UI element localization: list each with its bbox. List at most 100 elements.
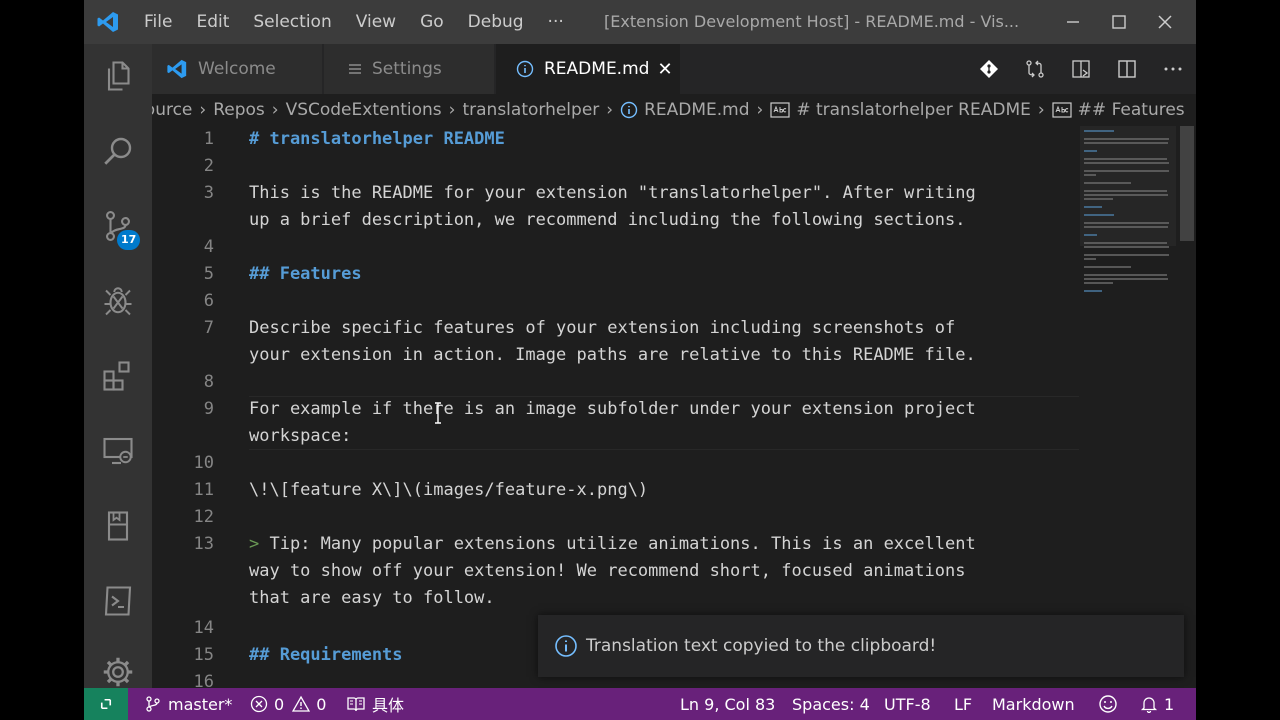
error-count: 0	[274, 694, 285, 714]
open-preview-button[interactable]	[1058, 58, 1104, 80]
ellipsis-icon	[1164, 67, 1182, 71]
chevron-right-icon: ›	[1037, 100, 1045, 120]
code-line: This is the README for your extension "t…	[249, 183, 976, 203]
breadcrumb-item[interactable]: # translatorhelper README	[796, 100, 1031, 120]
minimap-line	[1084, 162, 1169, 164]
close-tab-button[interactable]: ✕	[657, 59, 672, 80]
tab-readme[interactable]: README.md ✕	[496, 44, 680, 94]
menu-go[interactable]: Go	[408, 12, 456, 32]
minimap-line	[1084, 182, 1131, 184]
line-number: 3	[203, 183, 214, 203]
language-mode-status[interactable]: Markdown	[992, 688, 1075, 720]
git-diamond-icon	[980, 60, 998, 78]
menu-more[interactable]: ···	[536, 12, 576, 32]
line-number: 1	[203, 129, 214, 149]
minimap-line	[1084, 222, 1169, 224]
breadcrumb-item[interactable]: Source	[152, 100, 192, 120]
branch-status[interactable]: master*	[144, 688, 232, 720]
scrollbar-thumb[interactable]	[1180, 126, 1194, 241]
menu-edit[interactable]: Edit	[184, 12, 241, 32]
line-number: 15	[193, 645, 214, 665]
minimap-line	[1084, 190, 1167, 192]
notifications-button[interactable]: 1	[1140, 688, 1174, 720]
minimap-line	[1084, 226, 1168, 228]
eol-status[interactable]: LF	[954, 688, 972, 720]
line-number: 4	[203, 237, 214, 257]
activity-bar: 17	[84, 44, 152, 688]
code-line: way to show off your extension! We recom…	[249, 561, 966, 581]
debug-button[interactable]	[84, 269, 152, 333]
breadcrumb-item[interactable]: translatorhelper	[462, 100, 599, 120]
search-button[interactable]	[84, 119, 152, 183]
menu-debug[interactable]: Debug	[456, 12, 536, 32]
warning-count: 0	[316, 694, 327, 714]
menu-selection[interactable]: Selection	[241, 12, 343, 32]
translator-label: 具体	[372, 696, 405, 715]
breadcrumb-item[interactable]: ## Features	[1078, 100, 1185, 120]
extensions-button[interactable]	[84, 344, 152, 408]
notification-toast[interactable]: Translation text copyied to the clipboar…	[538, 615, 1184, 677]
feedback-button[interactable]	[1098, 688, 1124, 720]
line-number: 6	[203, 291, 214, 311]
source-control-button[interactable]: 17	[84, 194, 152, 258]
preview-icon	[1072, 60, 1090, 78]
notification-message: Translation text copyied to the clipboar…	[586, 636, 937, 656]
breadcrumb-item[interactable]: Repos	[213, 100, 265, 120]
problems-status[interactable]: 0 0	[250, 688, 326, 720]
breadcrumb-item[interactable]: README.md	[644, 100, 749, 120]
branch-label: master*	[168, 694, 233, 714]
tab-welcome[interactable]: Welcome	[152, 44, 322, 94]
minimap-line	[1084, 214, 1114, 216]
open-changes-button[interactable]	[1012, 58, 1058, 80]
source-control-badge: 17	[117, 230, 141, 250]
vscode-logo-icon	[97, 12, 118, 32]
close-window-button[interactable]	[1142, 0, 1188, 44]
code-lines: # translatorhelper README This is the RE…	[249, 126, 1079, 688]
code-line: # translatorhelper README	[249, 129, 505, 149]
remote-indicator-button[interactable]	[84, 688, 128, 720]
minimap-line	[1084, 266, 1131, 268]
debug-icon	[104, 287, 132, 316]
window-title: [Extension Development Host] - README.md…	[604, 12, 1020, 31]
minimap[interactable]	[1080, 126, 1176, 688]
breadcrumb: Source › Repos › VSCodeExtentions › transla…	[152, 94, 1196, 126]
indentation-status[interactable]: Spaces: 4	[792, 688, 870, 720]
menu-file[interactable]: File	[132, 12, 184, 32]
minimize-button[interactable]	[1050, 0, 1096, 44]
warning-icon	[292, 695, 311, 712]
code-editor[interactable]: 1 2 3 4 5 6 7 8 9 10 11 12 13 14 15 16 #…	[152, 126, 1196, 688]
string-symbol-icon	[770, 102, 790, 118]
breadcrumb-item[interactable]: VSCodeExtentions	[286, 100, 442, 120]
terminal-button[interactable]	[84, 569, 152, 633]
translator-status[interactable]: 具体	[346, 688, 404, 720]
quote-text: Tip: Many popular extensions utilize ani…	[269, 534, 976, 554]
bookmarks-button[interactable]	[84, 494, 152, 558]
minimap-line	[1084, 194, 1168, 196]
vscode-logo-icon	[167, 59, 187, 79]
menu-view[interactable]: View	[344, 12, 408, 32]
minimap-slider[interactable]	[1080, 126, 1176, 246]
line-number: 16	[193, 672, 214, 688]
vertical-scrollbar[interactable]	[1176, 126, 1196, 688]
git-compare-button[interactable]	[966, 58, 1012, 80]
code-line: Describe specific features of your exten…	[249, 318, 956, 338]
bell-icon	[1140, 697, 1158, 713]
desktop-right	[1196, 0, 1280, 720]
encoding-status[interactable]: UTF-8	[884, 688, 931, 720]
maximize-button[interactable]	[1096, 0, 1142, 44]
error-icon	[250, 695, 268, 713]
code-line: workspace:	[249, 426, 352, 446]
chevron-right-icon: ›	[199, 100, 207, 120]
remote-explorer-button[interactable]	[84, 419, 152, 483]
explorer-button[interactable]	[84, 44, 152, 108]
line-number: 14	[193, 618, 214, 638]
cursor-position-status[interactable]: Ln 9, Col 83	[680, 688, 775, 720]
more-actions-button[interactable]	[1150, 58, 1196, 80]
tab-settings[interactable]: Settings	[324, 44, 494, 94]
compare-changes-icon	[1026, 60, 1044, 78]
split-editor-button[interactable]	[1104, 58, 1150, 80]
minimap-line	[1084, 282, 1113, 284]
editor-actions	[966, 44, 1196, 94]
minimap-line	[1084, 198, 1113, 200]
minimap-line	[1084, 242, 1167, 244]
